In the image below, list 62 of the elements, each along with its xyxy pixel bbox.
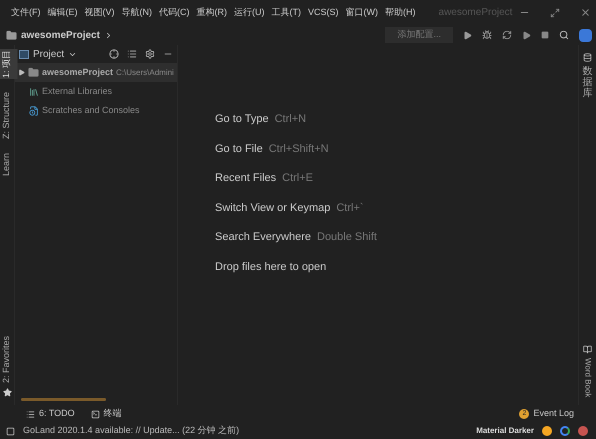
scratch-icon [29,106,39,116]
hint-shortcut: Ctrl+Shift+N [268,142,329,156]
path-text: C:\Users\Admini [116,66,174,78]
hint-action: Go to Type [215,112,269,127]
menu-item[interactable]: 帮助(H) [385,6,416,20]
hint-shortcut: Double Shift [317,230,377,245]
hint-action: Search Everywhere [215,230,311,245]
folder-icon [6,30,17,40]
terminal-icon [90,410,100,418]
bug-icon[interactable] [482,30,492,40]
event-log-button[interactable]: Event Log [533,407,574,421]
tool-window-label[interactable]: 6: TODO [39,407,75,421]
play-icon[interactable] [522,30,531,40]
tool-window-button[interactable]: 6: TODO [26,407,75,421]
book-icon [583,344,592,354]
tool-window-tab[interactable]: Learn [0,152,18,178]
panel-title[interactable]: Project [33,46,64,62]
menu-item[interactable]: 运行(U) [234,6,264,20]
status-icon [6,426,15,436]
list-icon [26,410,35,418]
tree-item[interactable]: awesomeProject C:\Users\Admini [15,63,177,82]
tool-window-tab[interactable]: 2: Favorites [0,334,18,384]
hint-shortcut: Ctrl+E [282,171,314,186]
tool-window-tab[interactable]: Word Book [582,358,594,397]
menu-item[interactable]: 视图(V) [84,6,114,20]
tool-window-tab[interactable]: 1: 项目 [0,49,18,80]
star-icon [2,388,12,397]
close-icon[interactable] [580,7,592,18]
menu-item[interactable]: VCS(S) [308,6,339,20]
menu-item[interactable]: 编辑(E) [48,6,78,20]
settings-icon[interactable] [145,49,155,59]
menu-item[interactable]: 窗口(W) [346,6,378,20]
theme-label[interactable]: Material Darker [476,425,534,437]
hint-action: Drop files here to open [215,260,326,274]
menu-item[interactable]: 代码(C) [159,6,190,20]
tree-item[interactable]: Scratches and Consoles [15,101,177,120]
library-icon [29,86,39,96]
tool-window-tab[interactable]: 数据库 [582,66,592,99]
tool-window-label[interactable]: 终端 [104,407,122,421]
menu-item[interactable]: 重构(R) [196,6,227,20]
collapse-icon[interactable] [127,49,137,59]
tool-window-button[interactable]: 终端 [90,407,122,421]
hint-shortcut: Ctrl+` [336,200,364,216]
hint-action: Switch View or Keymap [215,200,330,216]
menu-item[interactable]: 导航(N) [122,6,152,20]
hint-action: Go to File [215,142,263,156]
locate-icon[interactable] [109,49,119,59]
hint-shortcut: Ctrl+N [274,112,306,127]
maximize-icon[interactable] [550,8,560,18]
menu-item[interactable]: 文件(F) [11,6,40,20]
tool-window-tab[interactable]: Z: Structure [0,91,18,140]
database-icon [583,53,592,62]
hint-action: Recent Files [215,171,276,186]
expand-arrow-icon[interactable] [18,69,25,76]
stop-icon[interactable] [541,31,549,39]
menu-item[interactable]: 工具(T) [272,6,301,20]
status-message[interactable]: GoLand 2020.1.4 available: // Update... (22 分钟 之前) [23,424,240,438]
folder-icon [28,67,39,78]
tree-item[interactable]: External Libraries [15,82,177,101]
search-icon[interactable] [559,30,569,40]
breadcrumb[interactable]: awesomeProject [21,28,100,42]
run-icon[interactable] [463,30,472,40]
